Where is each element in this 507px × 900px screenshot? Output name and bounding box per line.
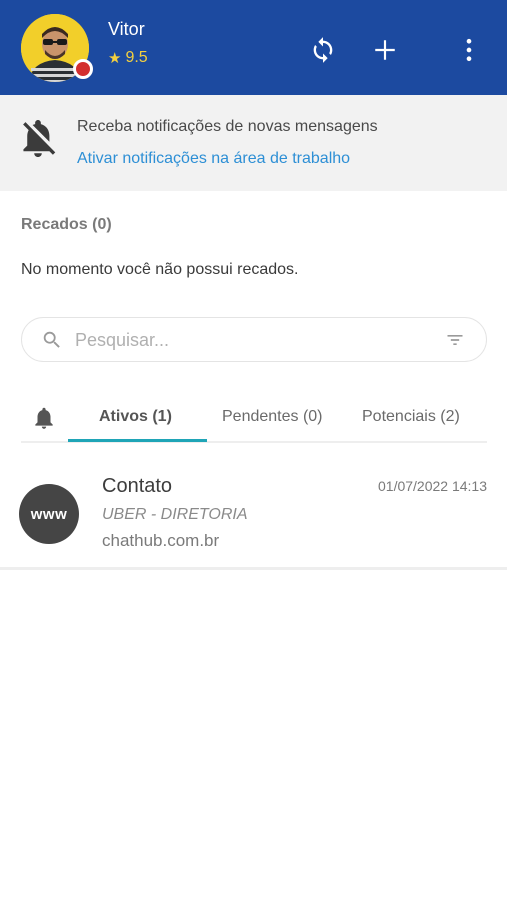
- more-vertical-icon: [466, 38, 472, 62]
- tab-potenciais[interactable]: Potenciais (2): [362, 408, 460, 426]
- bell-icon: [35, 407, 53, 429]
- recados-title: Recados (0): [21, 216, 112, 233]
- user-rating: ★ 9.5: [108, 49, 148, 67]
- search-input[interactable]: [75, 328, 425, 352]
- status-indicator: [73, 59, 93, 79]
- notification-banner: [0, 95, 507, 191]
- app-header: Vitor ★ 9.5: [0, 0, 507, 95]
- chat-separator: [0, 567, 507, 570]
- chat-datetime: 01/07/2022 14:13: [378, 478, 487, 494]
- more-menu-button[interactable]: [453, 34, 485, 66]
- add-button[interactable]: [369, 34, 401, 66]
- chat-contact-name: Contato: [102, 475, 173, 497]
- chat-source: chathub.com.br: [102, 531, 220, 550]
- notification-title: Receba notificações de novas mensagens: [77, 118, 378, 135]
- enable-notifications-link[interactable]: Ativar notificações na área de trabalho: [77, 150, 350, 168]
- tab-pendentes[interactable]: Pendentes (0): [222, 408, 323, 426]
- plus-icon: [375, 40, 395, 60]
- filter-icon[interactable]: [444, 330, 466, 355]
- rating-value: 9.5: [125, 49, 148, 66]
- sync-button[interactable]: [307, 34, 339, 66]
- bell-off-icon: [19, 116, 57, 165]
- chat-avatar: www: [19, 484, 79, 544]
- sync-icon: [313, 37, 333, 63]
- tab-ativos[interactable]: Ativos (1): [99, 408, 172, 426]
- chat-subtitle: UBER - DIRETORIA: [102, 506, 248, 523]
- active-tab-indicator: [68, 439, 207, 442]
- tab-notifications-bell[interactable]: [31, 404, 57, 437]
- user-name: Vitor: [108, 19, 145, 39]
- search-icon: [41, 329, 63, 356]
- star-icon: ★: [108, 50, 122, 67]
- recados-empty-message: No momento você não possui recados.: [21, 261, 299, 278]
